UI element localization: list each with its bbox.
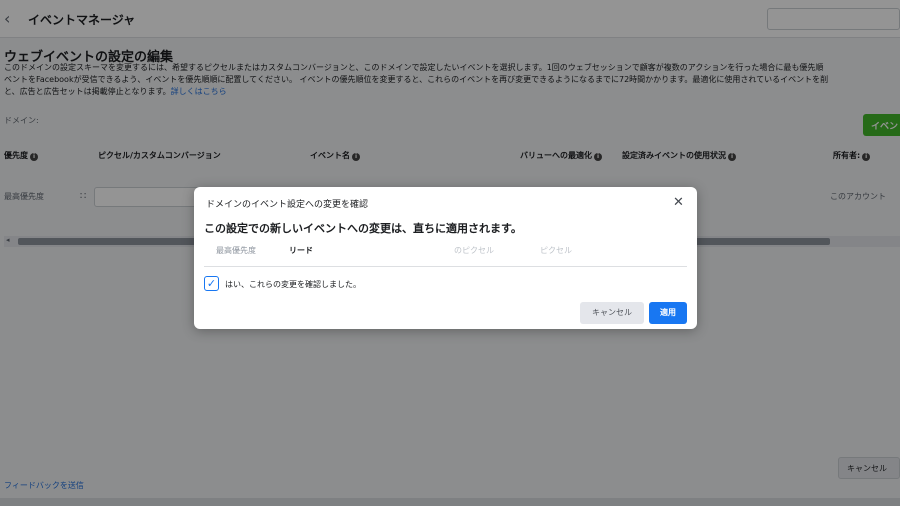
close-icon[interactable]: ✕: [673, 195, 684, 210]
confirm-label: はい、これらの変更を確認しました。: [225, 280, 361, 289]
divider: [204, 266, 687, 267]
dialog-title: ドメインのイベント設定への変更を確認: [206, 200, 369, 210]
apply-button[interactable]: 適用: [649, 302, 687, 324]
checkmark-icon: ✓: [206, 277, 217, 290]
dialog-event-row: 最高優先度 リード のピクセル ピクセル: [194, 245, 697, 261]
dialog-row-priority: 最高優先度: [216, 246, 256, 255]
dialog-row-event: リード: [289, 246, 313, 255]
dialog-row-pixel: ピクセル: [540, 246, 572, 255]
confirm-dialog: ドメインのイベント設定への変更を確認 ✕ この設定での新しいイベントへの変更は、…: [194, 187, 697, 329]
cancel-button[interactable]: キャンセル: [580, 302, 644, 324]
dialog-row-pixel: のピクセル: [454, 246, 494, 255]
confirm-checkbox[interactable]: ✓: [204, 276, 219, 291]
dialog-heading: この設定での新しいイベントへの変更は、直ちに適用されます。: [204, 222, 522, 235]
